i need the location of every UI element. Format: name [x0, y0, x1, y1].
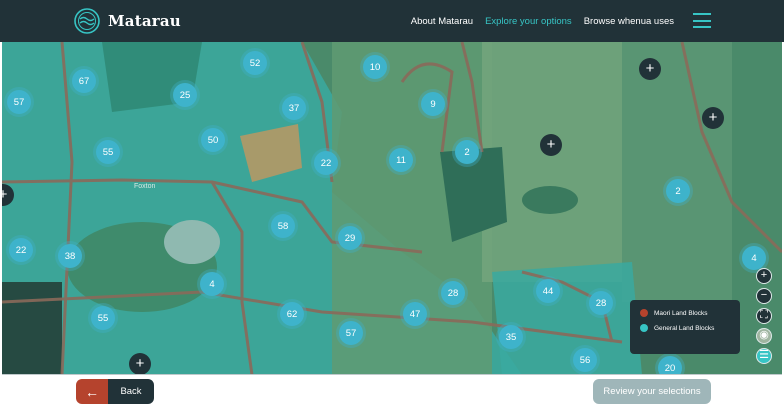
- footer-bar: ← Back Review your selections: [0, 375, 784, 407]
- arrow-left-icon: ←: [76, 379, 108, 404]
- cluster-marker[interactable]: 37: [282, 96, 306, 120]
- cluster-marker[interactable]: 2: [455, 140, 479, 164]
- top-header: Matarau About Matarau Explore your optio…: [0, 0, 784, 42]
- red-dot-icon: [640, 309, 648, 317]
- cluster-marker[interactable]: 4: [200, 272, 224, 296]
- cluster-marker[interactable]: 58: [271, 214, 295, 238]
- nav-about[interactable]: About Matarau: [411, 16, 473, 27]
- land-map[interactable]: Foxton 67 52 10 57 25 37 9 55 50 2 11 22…: [2, 42, 782, 375]
- map-legend: Maori Land Blocks General Land Blocks: [630, 300, 740, 354]
- place-label-foxton: Foxton: [134, 183, 156, 190]
- cluster-marker[interactable]: 28: [441, 281, 465, 305]
- cluster-marker[interactable]: 55: [91, 306, 115, 330]
- cluster-marker[interactable]: 22: [314, 151, 338, 175]
- cluster-marker[interactable]: 62: [280, 302, 304, 326]
- cluster-marker[interactable]: 9: [421, 92, 445, 116]
- add-location-marker[interactable]: +: [639, 58, 661, 80]
- zoom-in-button[interactable]: +: [756, 268, 772, 284]
- legend-item-maori: Maori Land Blocks: [640, 309, 730, 317]
- legend-label: Maori Land Blocks: [654, 309, 708, 317]
- cluster-marker[interactable]: 56: [573, 348, 597, 372]
- cluster-marker[interactable]: 20: [658, 356, 682, 374]
- add-location-marker[interactable]: +: [702, 107, 724, 129]
- nav-browse-whenua[interactable]: Browse whenua uses: [584, 16, 674, 27]
- list-view-button[interactable]: ☰: [756, 348, 772, 364]
- fullscreen-button[interactable]: ⛶: [756, 308, 772, 324]
- cluster-marker[interactable]: 29: [338, 226, 362, 250]
- cluster-marker[interactable]: 11: [389, 148, 413, 172]
- zoom-out-button[interactable]: −: [756, 288, 772, 304]
- cluster-marker[interactable]: 57: [7, 90, 31, 114]
- add-location-marker[interactable]: +: [540, 134, 562, 156]
- teal-dot-icon: [640, 324, 648, 332]
- cluster-marker[interactable]: 47: [403, 302, 427, 326]
- matarau-logo-icon: [74, 8, 100, 34]
- cluster-marker[interactable]: 22: [9, 238, 33, 262]
- legend-label: General Land Blocks: [654, 324, 715, 332]
- basemap-toggle-button[interactable]: ◉: [756, 328, 772, 344]
- legend-item-general: General Land Blocks: [640, 324, 730, 332]
- cluster-marker[interactable]: 10: [363, 55, 387, 79]
- cluster-marker[interactable]: 44: [536, 279, 560, 303]
- add-location-marker[interactable]: +: [129, 353, 151, 374]
- back-button[interactable]: ← Back: [76, 379, 154, 404]
- nav-explore-options[interactable]: Explore your options: [485, 16, 572, 27]
- cluster-marker[interactable]: 35: [499, 325, 523, 349]
- cluster-marker[interactable]: 4: [742, 246, 766, 270]
- cluster-marker[interactable]: 55: [96, 140, 120, 164]
- cluster-marker[interactable]: 38: [58, 244, 82, 268]
- map-controls: + − ⛶ ◉ ☰: [756, 268, 774, 368]
- cluster-marker[interactable]: 57: [339, 321, 363, 345]
- cluster-marker[interactable]: 50: [201, 128, 225, 152]
- cluster-marker[interactable]: 67: [72, 69, 96, 93]
- cluster-marker[interactable]: 52: [243, 51, 267, 75]
- brand-logo[interactable]: Matarau: [74, 8, 181, 34]
- back-button-label: Back: [108, 379, 154, 404]
- cluster-marker[interactable]: 25: [173, 83, 197, 107]
- brand-name: Matarau: [108, 12, 181, 30]
- review-selections-button[interactable]: Review your selections: [593, 379, 711, 404]
- menu-icon[interactable]: [693, 13, 711, 28]
- cluster-marker[interactable]: 2: [666, 179, 690, 203]
- main-nav: About Matarau Explore your options Brows…: [399, 0, 674, 42]
- cluster-marker[interactable]: 28: [589, 291, 613, 315]
